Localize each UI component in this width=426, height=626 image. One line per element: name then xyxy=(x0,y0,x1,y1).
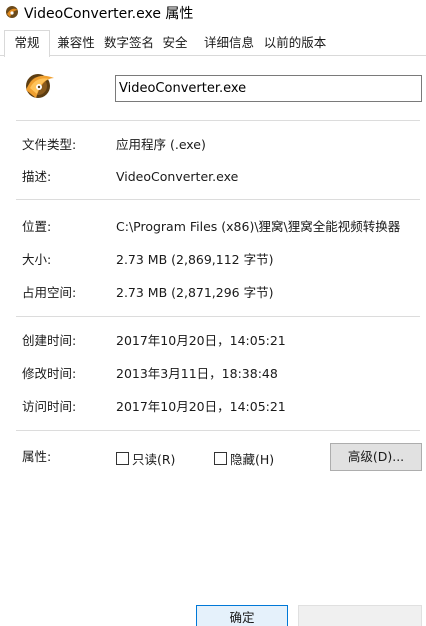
file-type-value: 应用程序 (.exe) xyxy=(116,137,206,152)
hidden-checkbox[interactable]: 隐藏(H) xyxy=(214,449,274,467)
attributes-label: 属性: xyxy=(22,449,52,464)
size-label: 大小: xyxy=(22,252,52,267)
divider-2 xyxy=(16,199,420,200)
created-label: 创建时间: xyxy=(22,333,77,348)
app-title-icon xyxy=(6,6,18,18)
divider-3 xyxy=(16,316,420,317)
hidden-checkbox-label: 隐藏(H) xyxy=(230,451,275,467)
readonly-checkbox[interactable]: 只读(R) xyxy=(116,449,175,467)
modified-value: 2013年3月11日，18:38:48 xyxy=(116,366,278,381)
readonly-checkbox-box[interactable] xyxy=(116,451,129,465)
tab-general[interactable]: 常规 xyxy=(4,30,50,57)
window-title: VideoConverter.exe 属性 xyxy=(24,6,194,22)
size-value: 2.73 MB (2,869,112 字节) xyxy=(116,252,274,267)
accessed-label: 访问时间: xyxy=(22,399,77,414)
tab-details[interactable]: 详细信息 xyxy=(200,33,258,55)
hidden-checkbox-box[interactable] xyxy=(214,451,227,465)
cancel-button[interactable] xyxy=(298,605,422,626)
file-name-field[interactable] xyxy=(115,75,422,102)
divider-4 xyxy=(16,430,420,431)
size-on-disk-value: 2.73 MB (2,871,296 字节) xyxy=(116,285,274,300)
tab-previous-versions[interactable]: 以前的版本 xyxy=(260,33,330,55)
description-label: 描述: xyxy=(22,169,52,184)
file-type-label: 文件类型: xyxy=(22,137,77,152)
advanced-button[interactable]: 高级(D)... xyxy=(330,443,422,471)
ok-button[interactable]: 确定 xyxy=(196,605,288,626)
created-value: 2017年10月20日，14:05:21 xyxy=(116,333,286,348)
tab-compatibility[interactable]: 兼容性 xyxy=(53,33,99,55)
title-bar: VideoConverter.exe 属性 xyxy=(0,0,426,28)
location-value: C:\Program Files (x86)\狸窝\狸窝全能视频转换器 xyxy=(116,219,401,234)
location-label: 位置: xyxy=(22,219,52,234)
properties-window: VideoConverter.exe 属性 常规 兼容性 数字签名 安全 详细信… xyxy=(0,0,426,626)
tab-digital-signatures[interactable]: 数字签名 xyxy=(101,33,157,55)
modified-label: 修改时间: xyxy=(22,366,77,381)
accessed-value: 2017年10月20日，14:05:21 xyxy=(116,399,286,414)
size-on-disk-label: 占用空间: xyxy=(22,285,77,300)
description-value: VideoConverter.exe xyxy=(116,169,239,184)
readonly-checkbox-label: 只读(R) xyxy=(132,451,176,467)
video-converter-app-icon xyxy=(26,74,54,98)
divider-1 xyxy=(16,120,420,121)
tab-security[interactable]: 安全 xyxy=(158,33,192,55)
